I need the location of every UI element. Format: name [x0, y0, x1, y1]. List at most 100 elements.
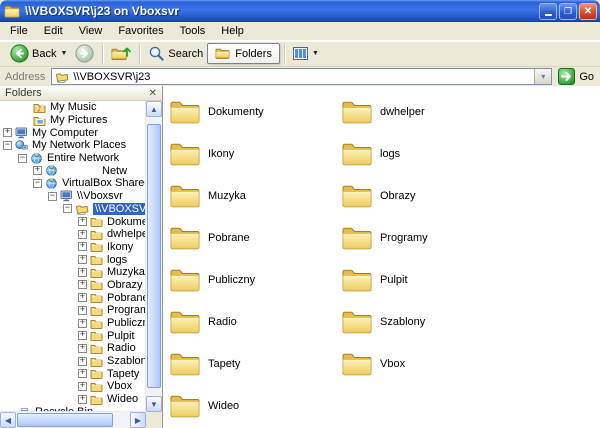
- folder-pictures-icon: [33, 115, 46, 126]
- scroll-up-icon[interactable]: ▲: [146, 101, 162, 117]
- tree-vertical-scrollbar[interactable]: ▲ ▼: [145, 101, 162, 412]
- views-dropdown-icon[interactable]: ▼: [312, 50, 319, 57]
- folder-tile-vbox[interactable]: Vbox: [341, 343, 513, 385]
- panel-close-icon[interactable]: ✕: [149, 88, 157, 99]
- back-button[interactable]: Back ▼: [6, 43, 71, 64]
- scroll-left-icon[interactable]: ◀: [0, 412, 16, 428]
- tree-item-my-music[interactable]: ♪My Music: [0, 101, 146, 114]
- tree-item-radio[interactable]: +Radio: [0, 342, 146, 355]
- folder-tile-programy[interactable]: Programy: [341, 217, 513, 259]
- collapse-icon[interactable]: −: [18, 154, 27, 163]
- expand-icon[interactable]: +: [78, 293, 87, 302]
- expand-icon[interactable]: +: [78, 268, 87, 277]
- tree-item-my-computer[interactable]: +My Computer: [0, 126, 146, 139]
- folder-tile-radio[interactable]: Radio: [169, 301, 341, 343]
- expand-icon[interactable]: +: [78, 280, 87, 289]
- menu-favorites[interactable]: Favorites: [110, 23, 171, 39]
- expand-icon[interactable]: +: [3, 128, 12, 137]
- folder-tile-wideo[interactable]: Wideo: [169, 385, 341, 427]
- back-dropdown-icon[interactable]: ▼: [60, 50, 67, 57]
- tree-item-publiczny[interactable]: +Publiczny: [0, 317, 146, 330]
- tree-item-dokumenty[interactable]: +Dokumenty: [0, 215, 146, 228]
- tree-item-entire-network[interactable]: −Entire Network: [0, 152, 146, 165]
- expand-icon[interactable]: +: [78, 369, 87, 378]
- go-button[interactable]: Go: [558, 68, 596, 85]
- expand-icon[interactable]: +: [78, 242, 87, 251]
- tree-horizontal-scrollbar[interactable]: ◀ ▶: [0, 411, 146, 428]
- minimize-button[interactable]: [539, 3, 557, 20]
- tree-item-vbox[interactable]: +Vbox: [0, 380, 146, 393]
- search-button[interactable]: Search: [144, 44, 207, 63]
- address-input[interactable]: \\VBOXSVR\j23 ▾: [51, 68, 552, 85]
- close-button[interactable]: ✕: [579, 3, 597, 20]
- expand-icon[interactable]: +: [78, 319, 87, 328]
- up-button[interactable]: [107, 44, 135, 63]
- tree-item-muzyka[interactable]: +Muzyka: [0, 266, 146, 279]
- views-button[interactable]: ▼: [289, 46, 323, 61]
- folder-icon: [341, 351, 373, 377]
- folder-icon: [169, 99, 201, 125]
- expand-icon[interactable]: +: [78, 230, 87, 239]
- forward-button[interactable]: [71, 43, 98, 64]
- tree-item-wideo[interactable]: +Wideo: [0, 393, 146, 406]
- tree-item-vboxsvr[interactable]: −\\Vboxsvr: [0, 190, 146, 203]
- tree-item-logs[interactable]: +logs: [0, 253, 146, 266]
- scroll-down-icon[interactable]: ▼: [146, 396, 162, 412]
- tree-item-ikony[interactable]: +Ikony: [0, 241, 146, 254]
- folder-tile-obrazy[interactable]: Obrazy: [341, 175, 513, 217]
- menu-help[interactable]: Help: [213, 23, 252, 39]
- expand-icon[interactable]: +: [78, 357, 87, 366]
- expand-icon[interactable]: +: [33, 166, 42, 175]
- folder-tile-dwhelper[interactable]: dwhelper: [341, 91, 513, 133]
- collapse-icon[interactable]: −: [33, 179, 42, 188]
- expand-icon[interactable]: +: [78, 255, 87, 264]
- tree-item-szablony[interactable]: +Szablony: [0, 355, 146, 368]
- folder-tile-pobrane[interactable]: Pobrane: [169, 217, 341, 259]
- expand-icon[interactable]: +: [78, 395, 87, 404]
- tree-item-my-pictures[interactable]: My Pictures: [0, 114, 146, 127]
- folder-tile-muzyka[interactable]: Muzyka: [169, 175, 341, 217]
- tree-item-pulpit[interactable]: +Pulpit: [0, 329, 146, 342]
- menu-file[interactable]: File: [2, 23, 36, 39]
- folder-tile-ikony[interactable]: Ikony: [169, 133, 341, 175]
- collapse-icon[interactable]: −: [3, 141, 12, 150]
- tree-item-programy[interactable]: +Programy: [0, 304, 146, 317]
- svg-text:♪: ♪: [37, 104, 42, 112]
- collapse-icon[interactable]: −: [63, 204, 72, 213]
- window-folder-icon: [4, 4, 20, 18]
- folder-tile-szablony[interactable]: Szablony: [341, 301, 513, 343]
- horizontal-scroll-thumb[interactable]: [17, 413, 113, 427]
- expand-icon[interactable]: +: [78, 331, 87, 340]
- expand-icon[interactable]: +: [78, 344, 87, 353]
- folder-tile-publiczny[interactable]: Publiczny: [169, 259, 341, 301]
- folder-tile-dokumenty[interactable]: Dokumenty: [169, 91, 341, 133]
- restore-button[interactable]: ❐: [559, 3, 577, 20]
- vertical-scroll-thumb[interactable]: [147, 124, 161, 388]
- folders-button[interactable]: Folders: [207, 43, 280, 64]
- expand-icon[interactable]: +: [78, 217, 87, 226]
- menu-view[interactable]: View: [71, 23, 111, 39]
- tree-item-label: My Network Places: [32, 139, 126, 151]
- folders-panel-title: Folders: [5, 87, 42, 99]
- tree-item-obrazy[interactable]: +Obrazy: [0, 279, 146, 292]
- tree-item-my-network-places[interactable]: − My Network Places: [0, 139, 146, 152]
- tree-item-dwhelper[interactable]: +dwhelper: [0, 228, 146, 241]
- tree-item-netw[interactable]: +Netw: [0, 164, 146, 177]
- scroll-right-icon[interactable]: ▶: [130, 412, 146, 428]
- tree-item-virtualbox-shared-folders[interactable]: −VirtualBox Shared Folders: [0, 177, 146, 190]
- address-dropdown-button[interactable]: ▾: [534, 69, 551, 84]
- expand-icon[interactable]: +: [78, 306, 87, 315]
- expand-icon[interactable]: +: [78, 382, 87, 391]
- folders-panel: Folders ✕ ♪My MusicMy Pictures+My Comput…: [0, 86, 163, 428]
- menu-tools[interactable]: Tools: [172, 23, 214, 39]
- collapse-icon[interactable]: −: [48, 192, 57, 201]
- folder-tile-tapety[interactable]: Tapety: [169, 343, 341, 385]
- toolbar-separator: [139, 44, 140, 64]
- tree-item-vboxsvr-j23[interactable]: −\\VBOXSVR\j23: [0, 203, 146, 216]
- folder-tile-logs[interactable]: logs: [341, 133, 513, 175]
- tree-item-tapety[interactable]: +Tapety: [0, 367, 146, 380]
- folder-tile-pulpit[interactable]: Pulpit: [341, 259, 513, 301]
- tree-item-pobrane[interactable]: +Pobrane: [0, 291, 146, 304]
- menu-edit[interactable]: Edit: [36, 23, 71, 39]
- folder-tile-label: Programy: [380, 232, 428, 244]
